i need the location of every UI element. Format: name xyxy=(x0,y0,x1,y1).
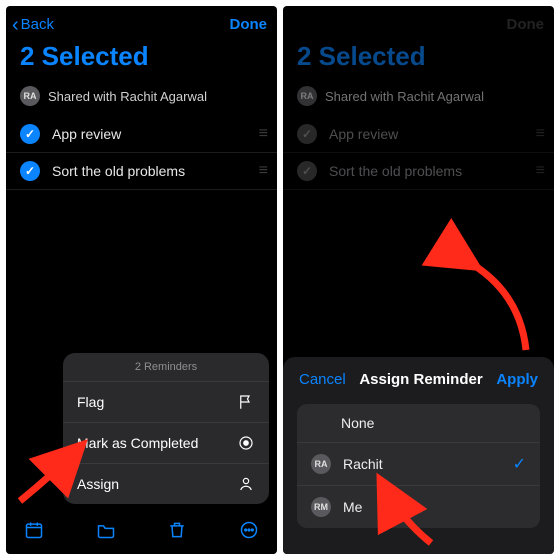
checkmark-icon: ✓ xyxy=(513,454,526,474)
option-label: None xyxy=(341,415,374,431)
reorder-icon: ≡ xyxy=(536,162,544,180)
assignee-option[interactable]: RM Me xyxy=(297,486,540,528)
reorder-icon[interactable]: ≡ xyxy=(259,162,267,180)
checkmark-icon[interactable]: ✓ xyxy=(20,124,40,144)
person-icon xyxy=(237,475,255,493)
folder-icon[interactable] xyxy=(96,520,116,545)
reminder-list: ✓ App review ≡ ✓ Sort the old problems ≡ xyxy=(6,116,277,190)
navbar: Done xyxy=(283,6,554,39)
apply-button[interactable]: Apply xyxy=(496,371,538,388)
shared-row: RA Shared with Rachit Agarwal xyxy=(6,82,277,116)
context-menu: 2 Reminders Flag Mark as Completed Assig… xyxy=(63,353,269,504)
shared-text: Shared with Rachit Agarwal xyxy=(48,89,207,104)
menu-item-flag[interactable]: Flag xyxy=(63,382,269,423)
menu-item-assign[interactable]: Assign xyxy=(63,464,269,504)
option-label: Me xyxy=(343,499,362,515)
menu-item-complete[interactable]: Mark as Completed xyxy=(63,423,269,464)
menu-label: Assign xyxy=(77,476,119,492)
bottom-toolbar xyxy=(6,510,277,554)
reminder-list: ✓ App review ≡ ✓ Sort the old problems ≡ xyxy=(283,116,554,190)
done-button[interactable]: Done xyxy=(507,16,545,33)
reminder-label: Sort the old problems xyxy=(40,163,259,179)
back-label: Back xyxy=(21,16,54,33)
circle-dot-icon xyxy=(237,434,255,452)
reorder-icon: ≡ xyxy=(536,125,544,143)
checkmark-icon[interactable]: ✓ xyxy=(20,161,40,181)
assignee-list: None RA Rachit ✓ RM Me xyxy=(297,404,540,528)
assignee-option-none[interactable]: None xyxy=(297,404,540,443)
reorder-icon[interactable]: ≡ xyxy=(259,125,267,143)
list-item[interactable]: ✓ App review ≡ xyxy=(6,116,277,153)
navbar: ‹ Back Done xyxy=(6,6,277,39)
avatar: RA xyxy=(311,454,331,474)
list-item: ✓ App review ≡ xyxy=(283,116,554,153)
trash-icon[interactable] xyxy=(167,520,187,545)
list-item[interactable]: ✓ Sort the old problems ≡ xyxy=(6,153,277,190)
shared-row: RA Shared with Rachit Agarwal xyxy=(283,82,554,116)
checkmark-icon: ✓ xyxy=(297,124,317,144)
menu-header: 2 Reminders xyxy=(63,353,269,382)
page-title: 2 Selected xyxy=(283,39,554,82)
annotation-arrow-icon xyxy=(450,254,550,369)
calendar-icon[interactable] xyxy=(24,520,44,545)
avatar: RA xyxy=(20,86,40,106)
assign-sheet: Cancel Assign Reminder Apply None RA Rac… xyxy=(283,357,554,554)
reminder-label: Sort the old problems xyxy=(317,163,536,179)
page-title: 2 Selected xyxy=(6,39,277,82)
more-icon[interactable] xyxy=(239,520,259,545)
avatar: RA xyxy=(297,86,317,106)
reminder-label: App review xyxy=(40,126,259,142)
screenshot-right: Done 2 Selected RA Shared with Rachit Ag… xyxy=(283,6,554,554)
avatar: RM xyxy=(311,497,331,517)
screenshot-left: ‹ Back Done 2 Selected RA Shared with Ra… xyxy=(6,6,277,554)
list-item: ✓ Sort the old problems ≡ xyxy=(283,153,554,190)
flag-icon xyxy=(237,393,255,411)
done-button[interactable]: Done xyxy=(230,16,268,33)
menu-label: Mark as Completed xyxy=(77,435,198,451)
reminder-label: App review xyxy=(317,126,536,142)
sheet-header: Cancel Assign Reminder Apply xyxy=(283,357,554,400)
sheet-title: Assign Reminder xyxy=(359,371,482,388)
assignee-option[interactable]: RA Rachit ✓ xyxy=(297,443,540,486)
cancel-button[interactable]: Cancel xyxy=(299,371,346,388)
option-label: Rachit xyxy=(343,456,383,472)
back-button[interactable]: ‹ Back xyxy=(12,16,54,33)
shared-text: Shared with Rachit Agarwal xyxy=(325,89,484,104)
checkmark-icon: ✓ xyxy=(297,161,317,181)
menu-label: Flag xyxy=(77,394,104,410)
